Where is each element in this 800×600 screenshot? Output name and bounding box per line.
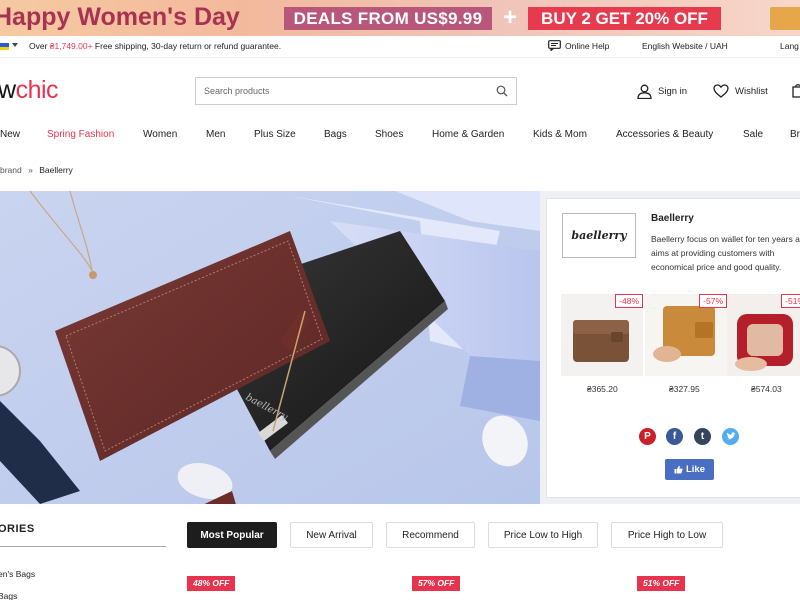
brand-logo[interactable]: baellerry [562,213,636,258]
online-help-link[interactable]: Online Help [548,40,609,51]
category-item-womens-bags[interactable]: en's Bags [0,569,35,579]
breadcrumb-separator: » [28,165,33,175]
categories-divider [0,546,166,547]
bird-icon [726,432,735,440]
nav-item-kids-mom[interactable]: Kids & Mom [533,129,587,140]
nav-item-home-garden[interactable]: Home & Garden [432,129,504,140]
utility-bar: Over ₴1,749.00+ Free shipping, 30-day re… [0,36,800,58]
nav-item-shoes[interactable]: Shoes [375,129,403,140]
heart-icon [713,84,729,98]
search-icon[interactable] [496,85,508,97]
discount-badge: -48% [615,294,643,308]
like-label: Like [685,464,705,475]
wishlist-link[interactable]: Wishlist [713,84,768,98]
shipping-amount: ₴1,749.00+ [49,41,93,51]
logo-prefix: w [0,76,16,104]
ukraine-flag-icon[interactable] [0,43,9,50]
cart-icon[interactable] [792,83,800,98]
nav-item-sale[interactable]: Sale [743,129,763,140]
brand-card: baellerry Baellerry Baellerry focus on w… [546,198,800,498]
nav-item-spring-fashion[interactable]: Spring Fashion [47,129,114,140]
chevron-down-icon[interactable] [12,43,18,47]
nav-item-women[interactable]: Women [143,129,177,140]
sort-recommend[interactable]: Recommend [386,522,475,548]
facebook-icon[interactable]: f [666,428,683,445]
product-price-2: ₴327.95 [669,384,700,394]
sort-price-high-low[interactable]: Price High to Low [611,522,723,548]
discount-badge: -51% [781,294,800,308]
tumblr-icon[interactable]: t [694,428,711,445]
nav-item-bags[interactable]: Bags [324,129,347,140]
categories-title: ORIES [0,523,35,535]
promo-offer-label: BUY 2 GET 20% OFF [528,7,721,30]
pinterest-icon[interactable]: P [639,428,656,445]
brand-product-1[interactable]: -48% [561,294,643,376]
promo-cta-button[interactable] [770,7,800,30]
breadcrumb-parent[interactable]: brand [0,165,22,175]
search-input[interactable] [196,78,481,104]
language-link[interactable]: Lang [780,41,799,51]
sort-most-popular[interactable]: Most Popular [187,522,277,548]
nav-item-accessories-beauty[interactable]: Accessories & Beauty [616,129,713,140]
product-discount-badge: 57% OFF [412,576,461,591]
promo-plus: + [503,4,518,31]
wallet-photo: baellerry [0,191,540,504]
nav-item-men[interactable]: Men [206,129,225,140]
sign-in-link[interactable]: Sign in [637,84,687,99]
nav-item-new[interactable]: New [0,129,20,140]
brand-product-3[interactable]: -51% [727,294,800,376]
promo-title: Happy Women's Day [0,3,240,31]
sort-new-arrival[interactable]: New Arrival [290,522,373,548]
discount-badge: -57% [699,294,727,308]
nav-item-plus-size[interactable]: Plus Size [254,129,296,140]
sign-in-label: Sign in [658,86,688,97]
product-price-1: ₴365.20 [587,384,618,394]
promo-deal-label: DEALS FROM US$9.99 [284,7,492,30]
online-help-label: Online Help [565,40,610,51]
hero-image: baellerry [0,191,540,504]
logo-accent: chic [15,76,59,104]
brand-description: Baellerry focus on wallet for ten years … [651,234,800,272]
breadcrumb: brand » Baellerry [0,165,73,175]
twitter-icon[interactable] [722,428,739,445]
category-item-bags[interactable]: Bags [0,591,17,600]
wishlist-label: Wishlist [735,85,768,97]
facebook-like-button[interactable]: Like [665,459,714,480]
language-selector[interactable]: English Website / UAH [642,41,728,51]
main-nav: New Spring Fashion Women Men Plus Size B… [0,124,800,148]
shipping-prefix: Over [29,41,50,51]
nav-item-more[interactable]: Br [790,129,800,140]
breadcrumb-current: Baellerry [39,165,73,175]
promo-banner[interactable]: Happy Women's Day DEALS FROM US$9.99 + B… [0,0,800,36]
site-logo[interactable]: wchic [0,76,59,105]
user-icon [637,84,652,99]
brand-name: Baellerry [651,213,694,224]
product-discount-badge: 51% OFF [637,576,686,591]
brand-product-2[interactable]: -57% [645,294,727,376]
shipping-notice: Over ₴1,749.00+ Free shipping, 30-day re… [29,41,281,51]
chat-icon [548,40,561,51]
thumbs-up-icon [674,465,683,474]
product-price-3: ₴574.03 [751,384,782,394]
product-discount-badge: 48% OFF [187,576,236,591]
sort-price-low-high[interactable]: Price Low to High [488,522,598,548]
shipping-suffix: Free shipping, 30-day return or refund g… [92,41,282,51]
search-box [195,77,517,105]
